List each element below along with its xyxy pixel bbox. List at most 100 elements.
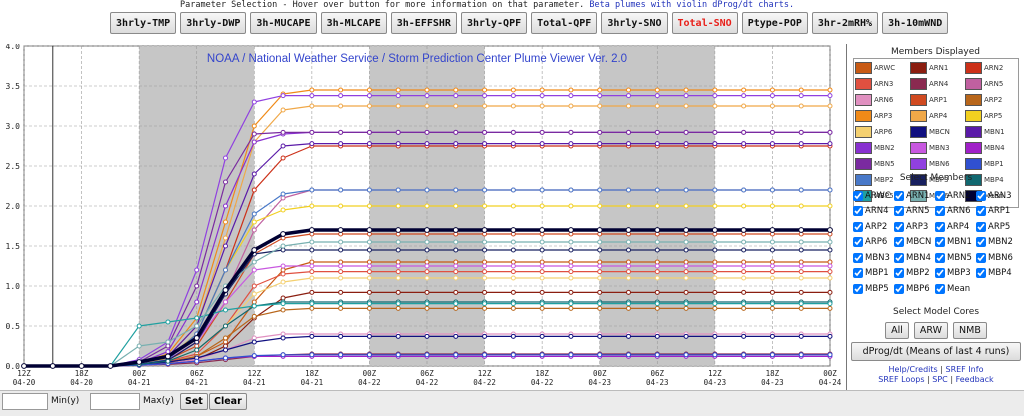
param-button-3hrly-tmp[interactable]: 3hrly-TMP — [110, 12, 177, 34]
checkbox-input[interactable] — [853, 268, 863, 279]
clear-button[interactable]: Clear — [209, 393, 247, 410]
param-button-3h-mucape[interactable]: 3h-MUCAPE — [250, 12, 317, 34]
member-checkbox-mbp6[interactable]: MBP6 — [894, 281, 935, 297]
checkbox-input[interactable] — [976, 206, 986, 217]
checkbox-input[interactable] — [976, 252, 986, 263]
param-button-3hrly-qpf[interactable]: 3hrly-QPF — [460, 12, 528, 34]
point-mbp3 — [539, 247, 545, 253]
checkbox-input[interactable] — [894, 190, 904, 201]
point-mbcn — [827, 333, 833, 339]
checkbox-input[interactable] — [935, 268, 945, 279]
member-checkbox-mbn6[interactable]: MBN6 — [976, 250, 1017, 266]
point-arp5 — [798, 203, 804, 209]
member-checkbox-mbn3[interactable]: MBN3 — [853, 250, 894, 266]
member-checkbox-mbn4[interactable]: MBN4 — [894, 250, 935, 266]
checkbox-input[interactable] — [894, 206, 904, 217]
checkbox-input[interactable] — [935, 206, 945, 217]
param-button-total-qpf[interactable]: Total-QPF — [531, 12, 598, 34]
checkbox-input[interactable] — [935, 252, 945, 263]
member-checkbox-arp3[interactable]: ARP3 — [894, 219, 935, 235]
member-checkbox-arn3[interactable]: ARN3 — [976, 188, 1017, 204]
member-checkbox-mbn2[interactable]: MBN2 — [976, 235, 1017, 251]
member-checkbox-mbp4[interactable]: MBP4 — [976, 266, 1017, 282]
checkbox-input[interactable] — [894, 252, 904, 263]
member-checkbox-mbn5[interactable]: MBN5 — [935, 250, 976, 266]
checkbox-input[interactable] — [976, 221, 986, 232]
member-checkbox-arn4[interactable]: ARN4 — [853, 204, 894, 220]
member-checkbox-mbp2[interactable]: MBP2 — [894, 266, 935, 282]
member-checkbox-mbp1[interactable]: MBP1 — [853, 266, 894, 282]
help-credits-link[interactable]: Help/Credits — [889, 365, 938, 374]
core-all-button[interactable]: All — [885, 322, 909, 339]
param-button-3h-mlcape[interactable]: 3h-MLCAPE — [320, 12, 387, 34]
param-button-3h-effshr[interactable]: 3h-EFFSHR — [390, 12, 457, 34]
member-checkbox-arn6[interactable]: ARN6 — [935, 204, 976, 220]
param-button-3hrly-dwp[interactable]: 3hrly-DWP — [180, 12, 247, 34]
dprog-dt-button[interactable]: dProg/dt (Means of last 4 runs) — [851, 342, 1021, 361]
param-button-3h-10mwnd[interactable]: 3h-10mWND — [882, 12, 949, 34]
core-arw-button[interactable]: ARW — [913, 322, 949, 339]
point-mbn3 — [597, 263, 603, 269]
checkbox-input[interactable] — [935, 190, 945, 201]
legend-item-mbn4: MBN4 — [965, 141, 1019, 155]
member-checkbox-arp2[interactable]: ARP2 — [853, 219, 894, 235]
checkbox-input[interactable] — [935, 283, 945, 294]
member-checkbox-arp6[interactable]: ARP6 — [853, 235, 894, 251]
checkbox-input[interactable] — [853, 252, 863, 263]
checkbox-input[interactable] — [853, 283, 863, 294]
beta-plumes-link[interactable]: Beta plumes with violin dProg/dt charts. — [589, 0, 794, 10]
checkbox-input[interactable] — [894, 268, 904, 279]
point-mbn1 — [338, 141, 344, 147]
legend-item-arp4: ARP4 — [910, 109, 964, 123]
feedback-link[interactable]: Feedback — [956, 375, 994, 384]
checkbox-input[interactable] — [935, 221, 945, 232]
member-checkbox-arn1[interactable]: ARN1 — [894, 188, 935, 204]
checkbox-input[interactable] — [935, 237, 945, 248]
min-y-input[interactable] — [2, 393, 48, 410]
member-checkbox-mbn1[interactable]: MBN1 — [935, 235, 976, 251]
checkbox-label: MBP6 — [906, 283, 930, 294]
member-checkbox-arwc[interactable]: ARWC — [853, 188, 894, 204]
point-arn1 — [827, 289, 833, 295]
point-mbn3 — [251, 267, 257, 273]
checkbox-input[interactable] — [976, 268, 986, 279]
sref-info-link[interactable]: SREF Info — [945, 365, 983, 374]
legend-label: MBP1 — [984, 160, 1004, 168]
point-arwc — [568, 259, 574, 265]
max-y-input[interactable] — [90, 393, 140, 410]
checkbox-input[interactable] — [894, 221, 904, 232]
param-button-3hr-2mrh-[interactable]: 3hr-2mRH% — [811, 12, 879, 34]
point-mean — [366, 227, 373, 233]
checkbox-input[interactable] — [894, 283, 904, 294]
spc-link[interactable]: SPC — [932, 375, 948, 384]
member-checkbox-mbcn[interactable]: MBCN — [894, 235, 935, 251]
checkbox-input[interactable] — [853, 221, 863, 232]
checkbox-input[interactable] — [894, 237, 904, 248]
member-checkbox-arn5[interactable]: ARN5 — [894, 204, 935, 220]
point-arp6 — [712, 275, 718, 281]
checkbox-input[interactable] — [853, 206, 863, 217]
point-mbp2 — [798, 187, 804, 193]
member-checkbox-mbp5[interactable]: MBP5 — [853, 281, 894, 297]
member-checkbox-arp1[interactable]: ARP1 — [976, 204, 1017, 220]
member-checkbox-mbp3[interactable]: MBP3 — [935, 266, 976, 282]
point-arn1 — [309, 289, 315, 295]
param-button-3hrly-sno[interactable]: 3hrly-SNO — [601, 12, 668, 34]
member-checkbox-mean[interactable]: Mean — [935, 281, 976, 297]
checkbox-input[interactable] — [853, 190, 863, 201]
point-arn1 — [223, 343, 228, 349]
checkbox-input[interactable] — [853, 237, 863, 248]
core-nmb-button[interactable]: NMB — [953, 322, 987, 339]
set-button[interactable]: Set — [180, 393, 208, 410]
member-checkbox-arp5[interactable]: ARP5 — [976, 219, 1017, 235]
param-button-ptype-pop[interactable]: Ptype-POP — [741, 12, 808, 34]
point-arp5 — [597, 203, 603, 209]
member-checkbox-arn2[interactable]: ARN2 — [935, 188, 976, 204]
point-arp5 — [539, 203, 545, 209]
instruction-text: Parameter Selection - Hover over button … — [180, 0, 794, 10]
param-button-total-sno[interactable]: Total-SNO — [671, 12, 738, 34]
checkbox-input[interactable] — [976, 237, 986, 248]
checkbox-input[interactable] — [976, 190, 986, 201]
member-checkbox-arp4[interactable]: ARP4 — [935, 219, 976, 235]
sref-loops-link[interactable]: SREF Loops — [878, 375, 924, 384]
